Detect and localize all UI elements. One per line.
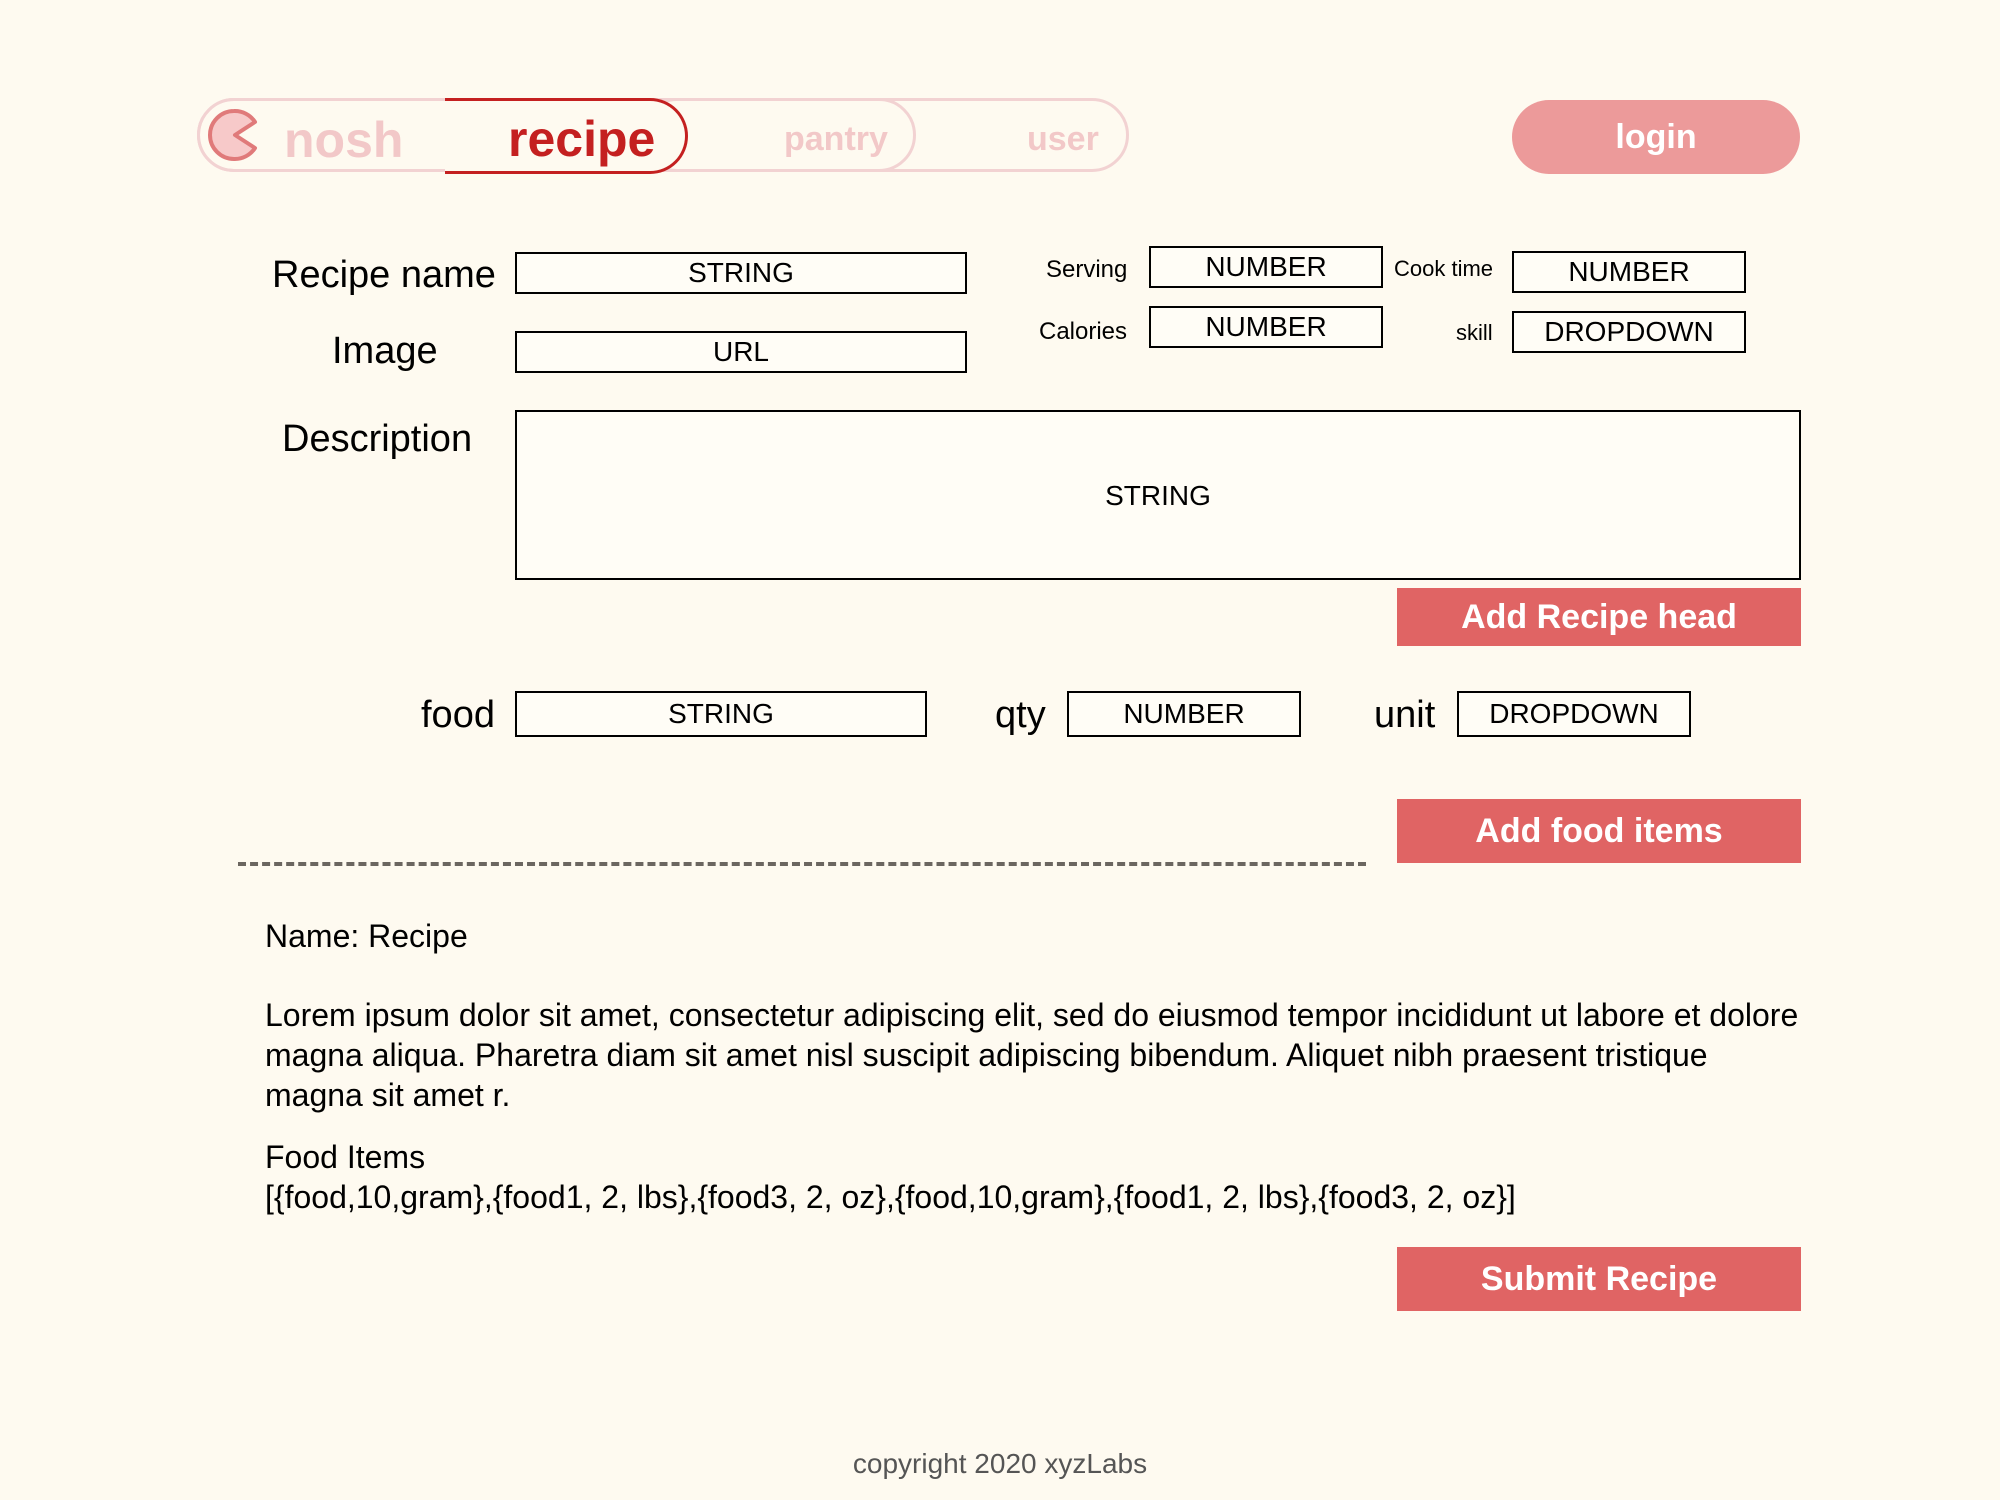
qty-input[interactable] xyxy=(1067,691,1301,737)
recipe-name-input[interactable] xyxy=(515,252,967,294)
summary-description: Lorem ipsum dolor sit amet, consectetur … xyxy=(265,997,1799,1113)
food-input[interactable] xyxy=(515,691,927,737)
calories-input[interactable] xyxy=(1149,306,1383,348)
section-divider xyxy=(238,862,1366,866)
serving-label: Serving xyxy=(1046,256,1128,283)
nav-logo-label[interactable]: nosh xyxy=(284,115,403,165)
description-textarea[interactable] xyxy=(515,410,1801,580)
login-button[interactable]: login xyxy=(1512,100,1800,174)
description-label: Description xyxy=(282,418,473,460)
recipe-summary: Name: Recipe Lorem ipsum dolor sit amet,… xyxy=(265,916,1805,1217)
add-food-items-button[interactable]: Add food items xyxy=(1397,799,1801,863)
recipe-name-label: Recipe name xyxy=(272,254,496,296)
add-recipe-head-button[interactable]: Add Recipe head xyxy=(1397,588,1801,646)
cook-time-input[interactable] xyxy=(1512,251,1746,293)
pacman-logo-icon xyxy=(208,109,257,161)
serving-input[interactable] xyxy=(1149,246,1383,288)
summary-name: Name: Recipe xyxy=(265,918,468,954)
unit-dropdown[interactable]: DROPDOWN xyxy=(1457,691,1691,737)
calories-label: Calories xyxy=(1039,318,1128,345)
qty-label: qty xyxy=(995,694,1046,736)
food-items-heading: Food Items xyxy=(265,1139,426,1175)
unit-label: unit xyxy=(1374,694,1436,736)
submit-recipe-button[interactable]: Submit Recipe xyxy=(1397,1247,1801,1311)
food-label: food xyxy=(421,694,495,736)
skill-dropdown[interactable]: DROPDOWN xyxy=(1512,311,1746,353)
tab-user[interactable]: user xyxy=(1027,122,1099,156)
food-items-list: [{food,10,gram},{food1, 2, lbs},{food3, … xyxy=(265,1179,1516,1215)
footer-copyright: copyright 2020 xyzLabs xyxy=(852,1448,1148,1479)
image-url-input[interactable] xyxy=(515,331,967,373)
image-label: Image xyxy=(332,330,438,372)
skill-label: skill xyxy=(1456,320,1493,345)
tab-recipe-label[interactable]: recipe xyxy=(508,114,655,164)
cook-time-label: Cook time xyxy=(1394,256,1494,281)
tab-pantry[interactable]: pantry xyxy=(784,122,888,156)
